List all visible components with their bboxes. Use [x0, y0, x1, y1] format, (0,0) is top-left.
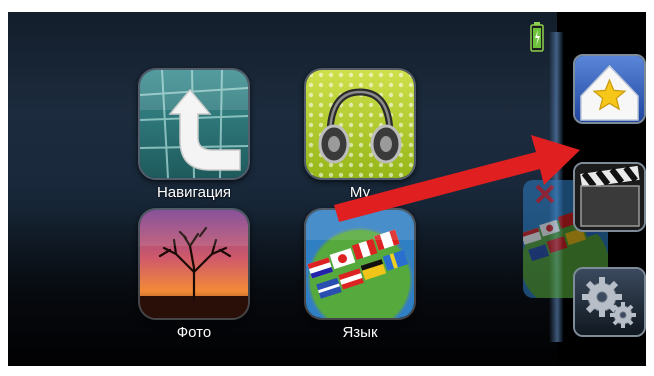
device-screen: Навигация Му Фото Язык [8, 12, 646, 366]
star-icon [575, 56, 644, 122]
app-label-navigation: Навигация [156, 184, 232, 201]
app-tile-language[interactable]: Язык [304, 208, 416, 356]
app-tile-navigation[interactable]: Навигация [138, 68, 250, 216]
headphones-icon[interactable] [304, 68, 416, 180]
app-label-music: Му [349, 184, 371, 201]
app-tile-music[interactable]: Му [304, 68, 416, 216]
flags-globe-icon[interactable] [304, 208, 416, 320]
clapperboard-icon [575, 164, 644, 230]
sidebar-video-button[interactable] [573, 162, 646, 232]
navigation-arrow-icon[interactable] [138, 68, 250, 180]
app-label-photo: Фото [176, 324, 212, 341]
sidebar-settings-button[interactable] [573, 267, 646, 337]
sidebar-favorites-button[interactable] [573, 54, 646, 124]
gears-icon [575, 269, 644, 335]
tree-sunset-icon[interactable] [138, 208, 250, 320]
main-menu-area [8, 12, 557, 366]
app-label-language: Язык [342, 324, 378, 341]
app-tile-photo[interactable]: Фото [138, 208, 250, 356]
battery-charging-icon [530, 22, 544, 52]
